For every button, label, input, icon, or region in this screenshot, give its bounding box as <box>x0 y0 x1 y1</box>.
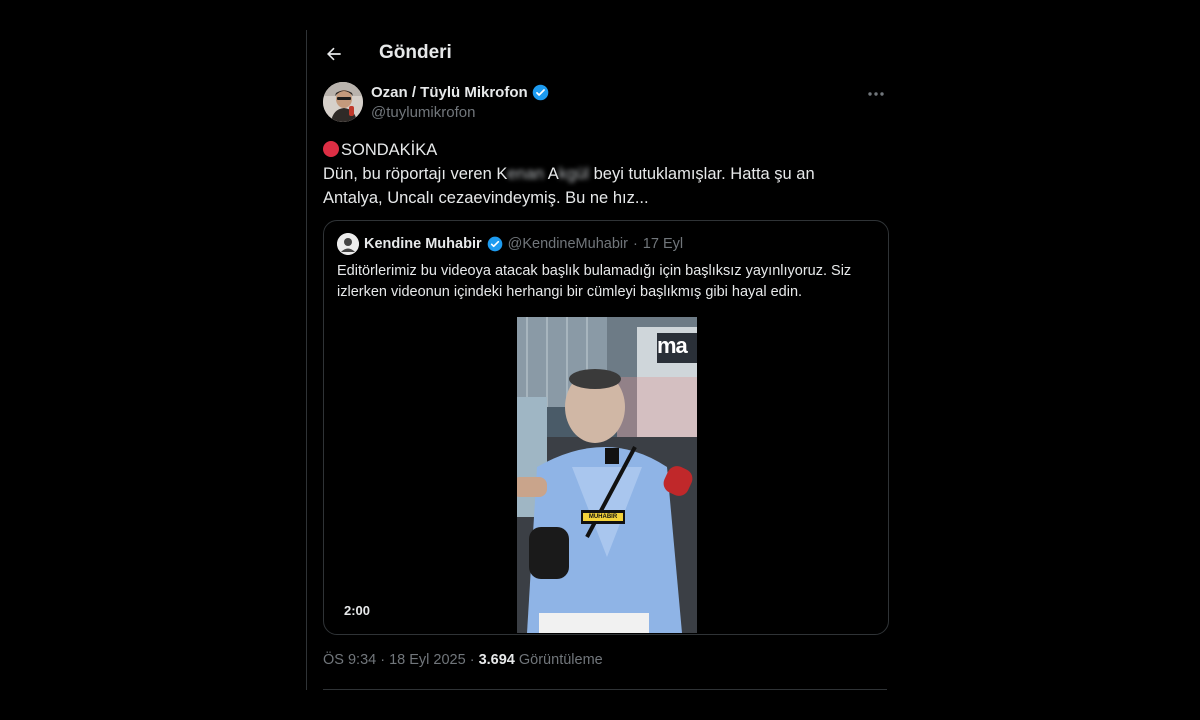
video-logo-text: MUHABIR <box>588 514 618 520</box>
quote-text: Editörlerimiz bu videoya atacak başlık b… <box>337 263 852 300</box>
author-name[interactable]: Ozan / Tüylü Mikrofon <box>371 84 528 101</box>
quoted-tweet[interactable]: Kendine Muhabir @KendineMuhabir · 17 Eyl… <box>323 220 889 635</box>
quote-header: Kendine Muhabir @KendineMuhabir · 17 Eyl <box>337 233 683 255</box>
red-circle-icon <box>323 141 339 157</box>
page-header: Gönderi <box>307 30 907 76</box>
more-horizontal-icon <box>868 92 884 96</box>
back-button[interactable] <box>319 39 349 69</box>
author-name-row[interactable]: Ozan / Tüylü Mikrofon <box>371 84 549 101</box>
tweet-headline: SONDAKİKA <box>323 138 863 162</box>
bottom-divider <box>323 689 887 690</box>
quote-author-avatar[interactable] <box>337 233 359 255</box>
views-label: Görüntüleme <box>514 652 603 668</box>
tweet-body-part2: A <box>544 165 559 183</box>
tweet-body-part1: Dün, bu röportajı veren K <box>323 165 508 183</box>
video-thumbnail <box>517 317 697 633</box>
author-avatar[interactable] <box>323 82 363 122</box>
tweet-timestamp[interactable]: ÖS 9:34 · 18 Eyl 2025 · <box>323 652 479 668</box>
quote-author-name[interactable]: Kendine Muhabir <box>364 236 482 252</box>
video-sign-text: ma <box>657 333 688 358</box>
verified-badge-icon <box>532 84 548 101</box>
column-border <box>306 30 307 690</box>
verified-badge-icon <box>487 236 502 252</box>
breaking-news-label: SONDAKİKA <box>341 141 438 159</box>
blurred-name-2: kgül <box>558 165 590 183</box>
arrow-left-icon <box>327 47 341 61</box>
author-handle[interactable]: @tuylumikrofon <box>371 104 549 121</box>
tweet-body: Dün, bu röportajı veren Kenan Akgül beyi… <box>323 162 863 210</box>
author-info: Ozan / Tüylü Mikrofon @tuylumikrofon <box>371 84 549 121</box>
tweet-meta: ÖS 9:34 · 18 Eyl 2025 · 3.694 Görüntülem… <box>323 652 603 668</box>
quote-author-handle[interactable]: @KendineMuhabir <box>508 236 628 252</box>
video-duration: 2:00 <box>344 603 371 618</box>
blurred-name-1: enan <box>507 165 545 183</box>
quote-avatar-image <box>337 233 359 255</box>
views-count: 3.694 <box>478 652 515 668</box>
avatar-image <box>323 82 363 122</box>
quote-date[interactable]: 17 Eyl <box>643 236 683 252</box>
quote-separator: · <box>632 236 638 252</box>
tweet-text: SONDAKİKA Dün, bu röportajı veren Kenan … <box>323 138 863 210</box>
more-options-button[interactable] <box>863 84 889 104</box>
video-player[interactable]: ma MUHABIR <box>517 317 697 633</box>
page-title: Gönderi <box>379 42 452 63</box>
